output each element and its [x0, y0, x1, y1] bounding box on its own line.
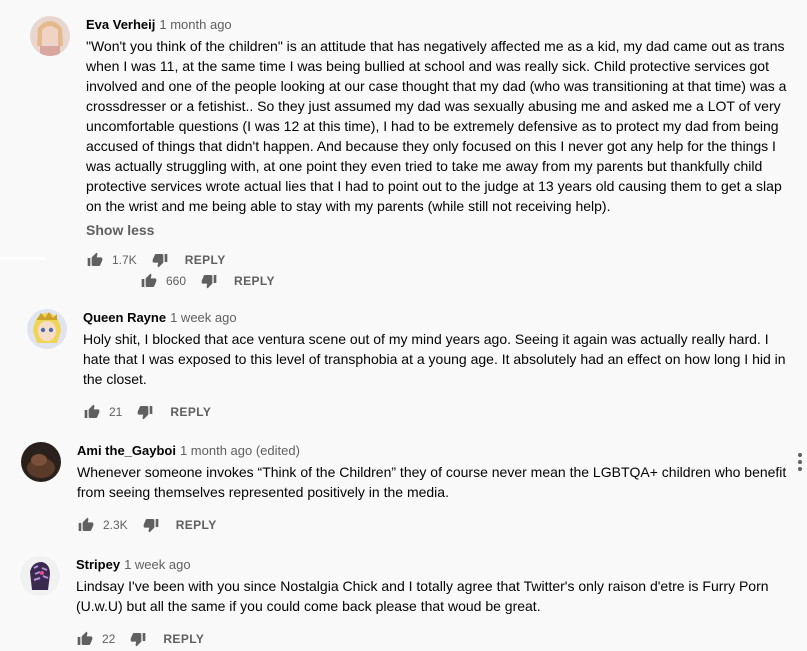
comment-header: Eva Verheij 1 month ago	[86, 16, 790, 34]
comment-text: Whenever someone invokes “Think of the C…	[77, 464, 787, 500]
thumbs-up-icon[interactable]	[138, 270, 160, 292]
thumbs-up-icon[interactable]	[75, 514, 97, 536]
comment-body: Queen Rayne 1 week ago Holy shit, I block…	[83, 309, 795, 389]
comment-actions: 21 REPLY	[81, 400, 211, 424]
reply-button[interactable]: REPLY	[185, 253, 226, 267]
timestamp[interactable]: 1 month ago	[159, 17, 231, 32]
thumbs-up-icon[interactable]	[84, 249, 106, 271]
comment-header: Queen Rayne 1 week ago	[83, 309, 795, 327]
comment-header: Ami the_Gayboi 1 month ago (edited)	[77, 442, 789, 460]
thumbs-down-icon[interactable]	[140, 514, 162, 536]
comment-header: Stripey 1 week ago	[76, 556, 788, 574]
comment-text: Holy shit, I blocked that ace ventura sc…	[83, 331, 786, 387]
thumbs-down-icon[interactable]	[149, 249, 171, 271]
comment-actions: 22 REPLY	[74, 627, 204, 651]
avatar[interactable]	[20, 556, 60, 596]
comment-body: Ami the_Gayboi 1 month ago (edited) Whene…	[77, 442, 789, 502]
like-count: 21	[109, 405, 123, 419]
timestamp[interactable]: 1 week ago	[170, 310, 237, 325]
comment-body: Stripey 1 week ago Lindsay I've been with…	[76, 556, 788, 616]
show-less-button[interactable]: Show less	[86, 220, 790, 240]
like-count: 22	[102, 632, 116, 646]
author-name[interactable]: Queen Rayne	[83, 310, 166, 325]
like-count: 660	[166, 274, 187, 288]
comment-actions: 2.3K REPLY	[75, 513, 217, 537]
divider	[0, 257, 46, 260]
reply-button[interactable]: REPLY	[163, 632, 204, 646]
comment-body: Eva Verheij 1 month ago "Won't you think …	[86, 16, 790, 240]
author-name[interactable]: Stripey	[76, 557, 120, 572]
comment-text: Lindsay I've been with you since Nostalg…	[76, 578, 769, 614]
avatar[interactable]	[21, 442, 61, 482]
avatar[interactable]	[30, 16, 70, 56]
timestamp[interactable]: 1 week ago	[124, 557, 191, 572]
timestamp[interactable]: 1 month ago (edited)	[180, 443, 300, 458]
author-name[interactable]: Eva Verheij	[86, 17, 155, 32]
like-count: 1.7K	[112, 253, 137, 267]
comment-text: "Won't you think of the children" is an …	[86, 38, 787, 214]
thumbs-down-icon[interactable]	[198, 270, 220, 292]
reply-button[interactable]: REPLY	[176, 518, 217, 532]
like-count: 2.3K	[103, 518, 128, 532]
reply-button[interactable]: REPLY	[234, 274, 275, 288]
thumbs-up-icon[interactable]	[81, 401, 103, 423]
author-name[interactable]: Ami the_Gayboi	[77, 443, 176, 458]
thumbs-down-icon[interactable]	[134, 401, 156, 423]
reply-button[interactable]: REPLY	[170, 405, 211, 419]
avatar[interactable]	[27, 309, 67, 349]
more-vertical-icon[interactable]	[797, 453, 803, 473]
comment-actions: 660 REPLY	[138, 269, 275, 293]
